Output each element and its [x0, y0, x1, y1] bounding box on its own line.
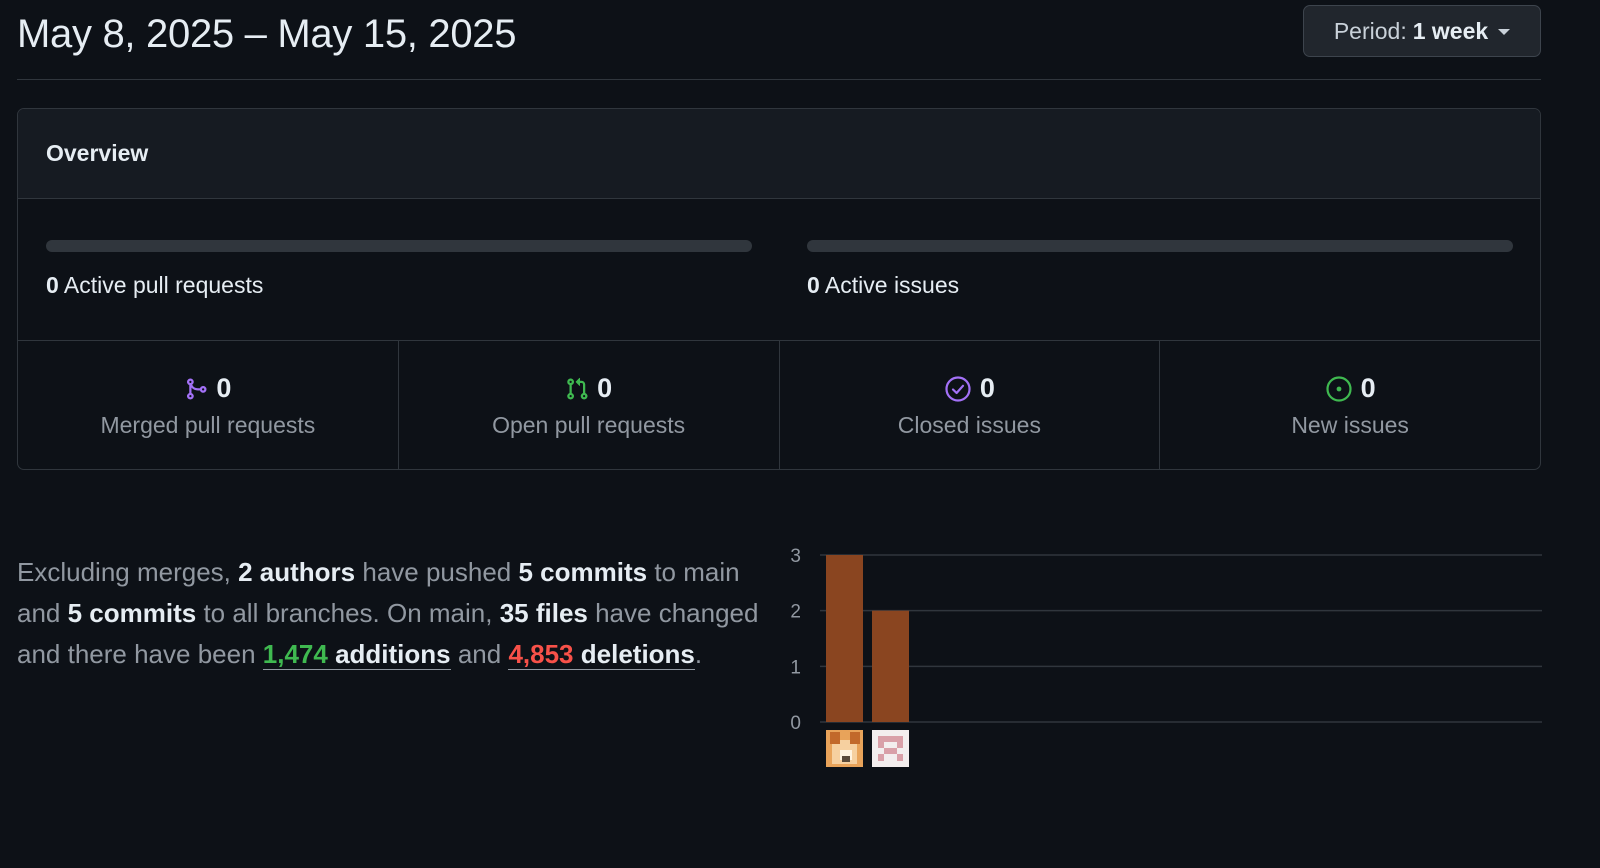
git-pull-request-icon	[567, 377, 588, 400]
avatar-pixel	[878, 742, 884, 748]
deletions-link[interactable]: 4,853 deletions	[508, 639, 695, 670]
issue-opened-icon	[1326, 375, 1352, 402]
avatar-pixel	[830, 732, 840, 744]
active-issues-link[interactable]: 0 Active issues	[807, 272, 959, 299]
active-issues-label: Active issues	[824, 272, 960, 298]
chart-y-tick-label: 2	[790, 602, 801, 623]
pulse-page: May 8, 2025 – May 15, 2025 Period: 1 wee…	[0, 0, 1600, 868]
avatar-pixel	[897, 754, 903, 761]
git-merge-icon	[187, 378, 207, 399]
avatar-pixel	[850, 732, 860, 744]
merged-pull-requests-label[interactable]: Merged pull requests	[100, 412, 315, 439]
additions-word: additions	[327, 639, 451, 669]
summary-text-7: .	[694, 639, 703, 669]
open-pull-requests-count: 0	[597, 373, 613, 403]
avatar-pixel	[842, 756, 850, 762]
period-prefix: Period:	[1333, 17, 1407, 44]
summary-text-4: to all branches. On main,	[196, 598, 500, 628]
author-avatar-1[interactable]	[826, 730, 863, 767]
closed-issues-count-link[interactable]: 0	[944, 373, 995, 404]
avatar-pixel	[897, 742, 903, 748]
active-pull-requests-label: Active pull requests	[63, 272, 264, 298]
caret-down-icon	[1498, 29, 1511, 35]
closed-issues-count: 0	[979, 373, 995, 403]
stat-new-issues: 0 New issues	[1160, 341, 1540, 469]
active-issues-count: 0	[807, 272, 820, 298]
open-pull-requests-label[interactable]: Open pull requests	[492, 412, 685, 439]
period-dropdown-button[interactable]: Period: 1 week	[1303, 5, 1541, 57]
chart-y-tick-label: 0	[790, 713, 801, 734]
authors-count: 2 authors	[238, 557, 356, 587]
additions-link[interactable]: 1,474 additions	[262, 639, 451, 670]
issue-closed-icon	[945, 375, 971, 402]
active-pull-requests-link[interactable]: 0 Active pull requests	[46, 272, 263, 299]
closed-issues-label[interactable]: Closed issues	[898, 412, 1041, 439]
summary-text-6: and	[450, 639, 509, 669]
new-issues-count-link[interactable]: 0	[1325, 373, 1376, 404]
overview-box: Overview 0 Active pull requests 0 Active…	[17, 108, 1541, 470]
period-value: 1 week	[1412, 17, 1489, 44]
overview-stats-row: 0 Merged pull requests 0 Open pull reque…	[18, 341, 1540, 469]
summary-text-2: have pushed	[355, 557, 519, 587]
new-issues-label[interactable]: New issues	[1291, 412, 1409, 439]
summary-text-1: Excluding merges,	[17, 557, 239, 587]
commits-by-author-chart: 0 1 2 3	[790, 546, 1542, 767]
avatar-pixel	[878, 754, 884, 761]
stat-open-pull-requests: 0 Open pull requests	[399, 341, 780, 469]
deletions-word: deletions	[573, 639, 695, 669]
chart-bar[interactable]	[826, 555, 863, 722]
additions-count: 1,474	[262, 639, 328, 669]
merged-pull-requests-count-link[interactable]: 0	[184, 373, 231, 404]
overview-progress-section: 0 Active pull requests 0 Active issues	[18, 199, 1540, 341]
open-pull-requests-count-link[interactable]: 0	[565, 373, 612, 404]
pulse-header: May 8, 2025 – May 15, 2025 Period: 1 wee…	[17, 0, 1541, 80]
chart-y-tick-label: 3	[790, 546, 801, 567]
deletions-count: 4,853	[508, 639, 574, 669]
commits-all-count: 5 commits	[67, 598, 197, 628]
date-range-title: May 8, 2025 – May 15, 2025	[17, 12, 517, 56]
chart-bar[interactable]	[872, 610, 909, 722]
commit-summary-text: Excluding merges, 2 authors have pushed …	[17, 552, 787, 675]
chart-y-tick-label: 1	[790, 657, 801, 678]
files-changed-count: 35 files	[499, 598, 588, 628]
avatar-pixel	[884, 748, 897, 754]
stat-closed-issues: 0 Closed issues	[780, 341, 1161, 469]
avatar-pixel	[878, 736, 903, 742]
author-avatar-2[interactable]	[872, 730, 909, 767]
active-pull-requests-count: 0	[46, 272, 59, 298]
new-issues-count: 0	[1360, 373, 1376, 403]
merged-pull-requests-count: 0	[216, 373, 232, 403]
commits-main-count: 5 commits	[518, 557, 648, 587]
stat-merged-pull-requests: 0 Merged pull requests	[18, 341, 399, 469]
active-pull-requests-bar	[46, 240, 752, 252]
active-issues-bar	[807, 240, 1513, 252]
overview-title: Overview	[18, 109, 1540, 199]
